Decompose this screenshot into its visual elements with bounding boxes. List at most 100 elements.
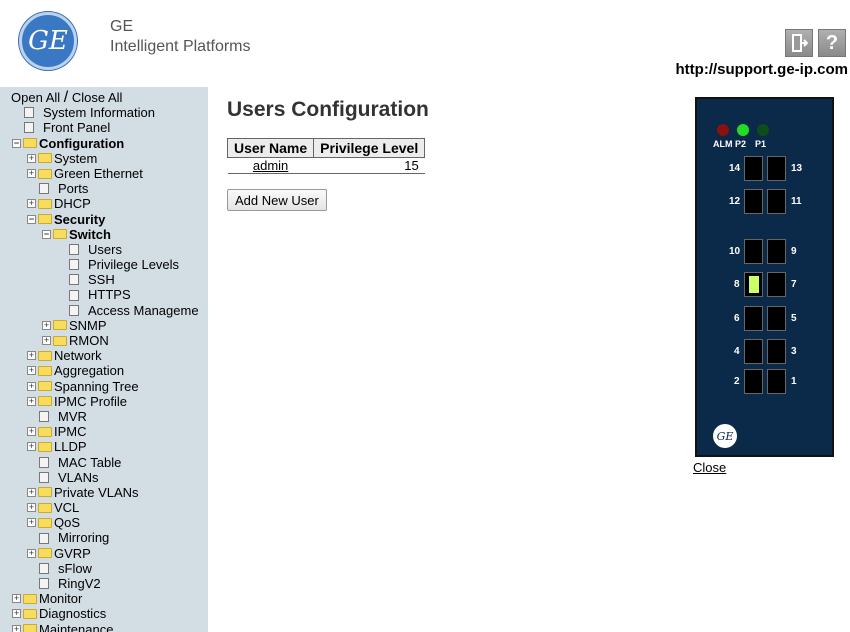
add-new-user-button[interactable]: Add New User	[227, 189, 327, 211]
sidebar-item[interactable]: + RMON	[0, 333, 208, 348]
expand-icon[interactable]: +	[27, 351, 36, 361]
sidebar-item-label: MAC Table	[58, 454, 122, 470]
sidebar-item[interactable]: + DHCP	[0, 196, 208, 211]
sidebar-item[interactable]: + Monitor	[0, 591, 208, 606]
expand-icon[interactable]: +	[27, 381, 36, 391]
port-5[interactable]	[767, 306, 786, 331]
expand-icon[interactable]: +	[27, 366, 36, 376]
folder-icon	[23, 608, 37, 619]
expand-icon[interactable]: +	[12, 624, 21, 632]
close-all-link[interactable]: Close All	[72, 90, 123, 105]
expand-icon[interactable]: +	[27, 548, 36, 558]
folder-icon	[38, 350, 52, 361]
logout-icon[interactable]	[785, 29, 813, 57]
support-url[interactable]: http://support.ge-ip.com	[676, 61, 848, 78]
open-all-link[interactable]: Open All	[11, 90, 60, 105]
sidebar-item[interactable]: Mirroring	[0, 530, 208, 545]
page-icon	[39, 183, 49, 195]
close-panel-link[interactable]: Close	[693, 460, 726, 475]
sidebar-item[interactable]: System Information	[0, 105, 208, 120]
port-11[interactable]	[767, 189, 786, 214]
sidebar-item[interactable]: + VCL	[0, 500, 208, 515]
sidebar-item[interactable]: + SNMP	[0, 318, 208, 333]
expand-icon[interactable]: +	[27, 518, 36, 528]
sidebar-item[interactable]: Access Manageme	[0, 303, 208, 318]
help-icon[interactable]: ?	[818, 29, 846, 57]
page-icon	[39, 456, 49, 468]
port-7[interactable]	[767, 272, 786, 297]
sidebar-item[interactable]: + GVRP	[0, 546, 208, 561]
port-3[interactable]	[767, 339, 786, 364]
expand-icon[interactable]: +	[27, 487, 36, 497]
port-14[interactable]	[744, 156, 763, 181]
sidebar-item[interactable]: Users	[0, 242, 208, 257]
port-4[interactable]	[744, 339, 763, 364]
column-header-user-name: User Name	[226, 138, 315, 158]
expand-icon[interactable]: +	[27, 153, 36, 163]
sidebar-item[interactable]: + IPMC Profile	[0, 394, 208, 409]
expand-icon[interactable]: +	[27, 442, 36, 452]
sidebar-item-label: Green Ethernet	[54, 165, 143, 181]
table-row: admin 15	[227, 157, 425, 174]
port-1[interactable]	[767, 369, 786, 394]
expand-icon[interactable]: +	[12, 594, 21, 604]
sidebar-item[interactable]: VLANs	[0, 470, 208, 485]
page-icon	[39, 532, 49, 544]
collapse-icon[interactable]: −	[27, 214, 36, 224]
sidebar-item[interactable]: + System	[0, 151, 208, 166]
port-9[interactable]	[767, 239, 786, 264]
expand-icon[interactable]: +	[27, 503, 36, 513]
port-13[interactable]	[767, 156, 786, 181]
sidebar-item[interactable]: RingV2	[0, 576, 208, 591]
sidebar-item[interactable]: Ports	[0, 181, 208, 196]
expand-icon[interactable]: +	[42, 320, 51, 330]
sidebar-item[interactable]: sFlow	[0, 561, 208, 576]
sidebar-item[interactable]: + Maintenance	[0, 622, 208, 632]
sidebar-item-label: Spanning Tree	[54, 378, 139, 394]
ge-logo: GE	[19, 12, 77, 70]
sidebar-item[interactable]: HTTPS	[0, 287, 208, 302]
port-number: 10	[729, 246, 741, 257]
port-12[interactable]	[744, 189, 763, 214]
folder-open-icon	[23, 138, 37, 149]
port-8[interactable]	[744, 272, 763, 297]
sidebar-item-label: HTTPS	[88, 287, 131, 303]
port-10[interactable]	[744, 239, 763, 264]
folder-icon	[38, 198, 52, 209]
sidebar-item[interactable]: + LLDP	[0, 439, 208, 454]
sidebar-item[interactable]: + Spanning Tree	[0, 379, 208, 394]
sidebar-item-label: RingV2	[58, 576, 101, 592]
expand-icon[interactable]: +	[27, 169, 36, 179]
expand-icon[interactable]: +	[27, 427, 36, 437]
sidebar-item-label: Aggregation	[54, 363, 125, 379]
expand-icon[interactable]: +	[42, 336, 51, 346]
folder-icon	[23, 593, 37, 604]
port-2[interactable]	[744, 369, 763, 394]
expand-icon[interactable]: +	[12, 609, 21, 619]
sidebar-item[interactable]: MAC Table	[0, 455, 208, 470]
expand-icon[interactable]: +	[27, 396, 36, 406]
sidebar-item[interactable]: − Configuration	[0, 136, 208, 151]
sidebar-item[interactable]: − Security	[0, 212, 208, 227]
expand-icon[interactable]: +	[27, 199, 36, 209]
collapse-icon[interactable]: −	[12, 138, 21, 148]
users-table: User Name Privilege Level admin 15	[226, 138, 426, 174]
sidebar-item[interactable]: MVR	[0, 409, 208, 424]
sidebar-item[interactable]: + Green Ethernet	[0, 166, 208, 181]
port-6[interactable]	[744, 306, 763, 331]
sidebar-item-label: QoS	[54, 515, 81, 531]
sidebar-item[interactable]: + Diagnostics	[0, 606, 208, 621]
page-icon	[69, 274, 79, 286]
sidebar-item[interactable]: + IPMC	[0, 424, 208, 439]
sidebar-item[interactable]: SSH	[0, 272, 208, 287]
sidebar-item[interactable]: − Switch	[0, 227, 208, 242]
sidebar-item[interactable]: + QoS	[0, 515, 208, 530]
sidebar-item[interactable]: + Private VLANs	[0, 485, 208, 500]
sidebar-item[interactable]: Front Panel	[0, 120, 208, 135]
user-link[interactable]: admin	[253, 158, 288, 173]
collapse-icon[interactable]: −	[42, 229, 51, 239]
led-label: P2	[735, 139, 747, 149]
sidebar-item[interactable]: Privilege Levels	[0, 257, 208, 272]
sidebar-item[interactable]: + Aggregation	[0, 363, 208, 378]
sidebar-item[interactable]: + Network	[0, 348, 208, 363]
